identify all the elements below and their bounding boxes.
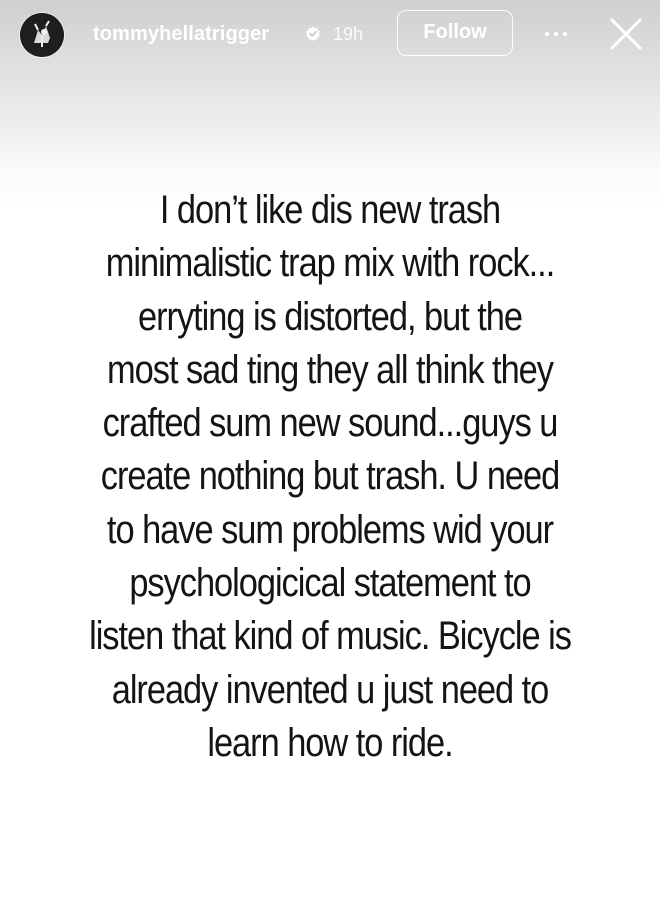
story-text: I don’t like dis new trash minimalistic … [89, 188, 572, 765]
verified-badge-icon [306, 26, 320, 41]
story-viewer[interactable]: tommyhellatrigger 19h Follow I don’t lik… [0, 0, 660, 898]
avatar-image [20, 13, 64, 57]
close-icon[interactable] [608, 16, 644, 52]
username[interactable]: tommyhellatrigger [93, 21, 269, 47]
follow-button[interactable]: Follow [397, 10, 513, 56]
post-timestamp: 19h [333, 24, 364, 44]
more-dots-icon[interactable] [538, 22, 574, 46]
story-header: tommyhellatrigger 19h Follow [0, 0, 660, 70]
profile-avatar[interactable] [20, 13, 64, 57]
